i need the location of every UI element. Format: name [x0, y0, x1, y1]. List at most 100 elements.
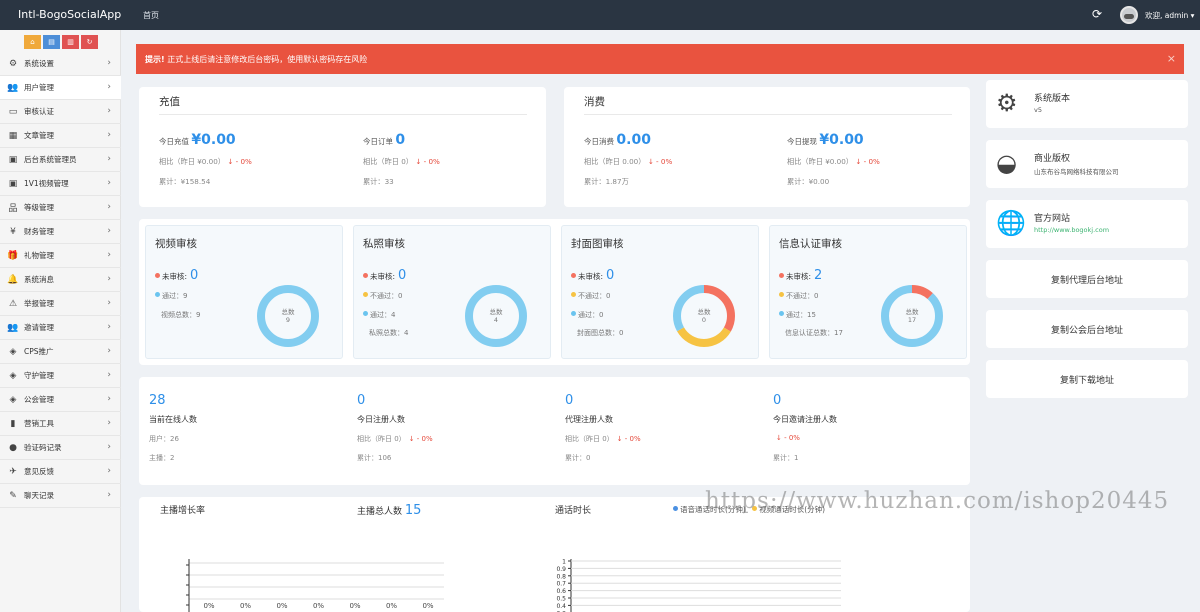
- sidebar-item-label: 1V1视频管理: [24, 179, 69, 188]
- stat-total: 累计：0: [565, 454, 591, 462]
- bar-data-label: 0%: [240, 602, 251, 610]
- app-title[interactable]: Intl-BogoSocialApp: [18, 8, 121, 21]
- sidebar-item[interactable]: ◈ CPS推广 ›: [0, 340, 121, 364]
- sidebar-item[interactable]: 品等级管理 ›: [0, 196, 121, 220]
- copyright-panel: ◒ 商业版权 山东布谷鸟网络科技有限公司: [986, 140, 1188, 188]
- audit-row-text: 通过：4: [370, 311, 396, 319]
- trash-icon[interactable]: ▥: [62, 35, 79, 49]
- sidebar-item[interactable]: ● 验证码记录 ›: [0, 436, 121, 460]
- sidebar-item[interactable]: ✈ 意见反馈 ›: [0, 460, 121, 484]
- sidebar-item[interactable]: ▮ 营销工具 ›: [0, 412, 121, 436]
- chevron-right-icon: ›: [107, 82, 111, 92]
- audit-row: 通过：15: [779, 310, 816, 320]
- avatar[interactable]: [1120, 6, 1138, 24]
- audit-box: 信息认证审核 未审核: 2 不通过：0 通过：15 信息认证总数：17 总数 17: [769, 225, 967, 359]
- sidebar-item[interactable]: ◈ 公会管理 ›: [0, 388, 121, 412]
- audit-total: 私照总数：4: [369, 328, 408, 338]
- menu-icon: 👥: [7, 322, 19, 333]
- menu-icon: ▭: [8, 106, 18, 117]
- today-withdraw-label: 今日提现 ¥0.00: [787, 132, 864, 148]
- anchor-total: 主播总人数 15: [357, 503, 422, 518]
- audit-row-text: 不通过：0: [578, 292, 611, 300]
- today-withdraw-compare: 相比（昨日 ¥0.00） ↓ - 0%: [787, 157, 880, 166]
- call-duration-chart: 10.90.80.70.60.50.40.3: [556, 559, 841, 612]
- menu-icon: ▣: [8, 154, 18, 165]
- sidebar-item[interactable]: 🔔 系统消息 ›: [0, 268, 121, 292]
- sidebar-item[interactable]: ⚙ 系统设置 ›: [0, 52, 121, 76]
- donut-total: 4: [494, 316, 498, 324]
- donut-label: 总数: [282, 307, 296, 316]
- sidebar-item[interactable]: ¥ 财务管理 ›: [0, 220, 121, 244]
- sidebar-item[interactable]: ⚠ 举报管理 ›: [0, 292, 121, 316]
- sidebar-item-label: 文章管理: [24, 131, 54, 140]
- audit-row-text: 不通过：0: [370, 292, 403, 300]
- gear-icon: ⚙: [996, 89, 1018, 117]
- status-dot: [363, 311, 368, 316]
- donut-label: 总数: [698, 307, 712, 316]
- sidebar-item[interactable]: ✎ 聊天记录 ›: [0, 484, 121, 508]
- copy-download-url-button[interactable]: 复制下载地址: [986, 360, 1188, 398]
- audit-row: 不通过：0: [571, 291, 610, 301]
- refresh-icon[interactable]: ⟳: [1092, 7, 1102, 21]
- today-consume-label: 今日消费 0.00: [584, 132, 651, 148]
- sidebar-item[interactable]: 👥 邀请管理 ›: [0, 316, 121, 340]
- chevron-right-icon: ›: [107, 466, 111, 476]
- status-dot: [155, 292, 160, 297]
- pending-value: 2: [814, 268, 823, 283]
- sidebar-item-label: 聊天记录: [24, 491, 54, 500]
- stat-value: 0: [357, 393, 366, 408]
- home-link[interactable]: 首页: [143, 10, 159, 21]
- consume-card: 消费 今日消费 0.00 相比（昨日 0.00） ↓ - 0% 累计：1.87万…: [564, 87, 970, 207]
- chevron-right-icon: ›: [107, 370, 111, 380]
- stat-compare-text: 相比（昨日 0）: [565, 435, 614, 443]
- menu-icon: ¥: [10, 226, 16, 237]
- stat-label: 今日注册人数: [357, 415, 405, 424]
- pending-dot: [571, 273, 576, 278]
- sidebar-item[interactable]: ▭ 审核认证 ›: [0, 100, 121, 124]
- website-link[interactable]: http://www.bogokj.com: [1034, 226, 1109, 234]
- pending-value: 0: [606, 268, 615, 283]
- copyright-title: 商业版权: [1034, 154, 1071, 164]
- quick-actions: ⌂ ▤ ▥ ↻: [24, 35, 98, 49]
- pending-value: 0: [190, 268, 199, 283]
- divider: [159, 114, 527, 115]
- home-icon[interactable]: ⌂: [24, 35, 41, 49]
- donut-total: 9: [286, 316, 290, 324]
- sidebar-item[interactable]: 🎁 礼物管理 ›: [0, 244, 121, 268]
- donut-chart: 总数9: [257, 285, 319, 347]
- sidebar-item[interactable]: ▣ 1V1视频管理 ›: [0, 172, 121, 196]
- chart-card: 主播增长率 主播总人数 15 通话时长 语音通话时长(分钟) 视频通话时长(分钟…: [139, 497, 970, 612]
- bar-data-label: 0%: [386, 602, 397, 610]
- version-title: 系统版本: [1034, 94, 1071, 104]
- sidebar-item-label: 财务管理: [24, 227, 54, 236]
- legend-voice-swatch: [673, 506, 678, 511]
- sidebar-item[interactable]: ▦ 文章管理 ›: [0, 124, 121, 148]
- alert-message: 正式上线后请注意修改后台密码，使用默认密码存在风险: [164, 55, 368, 64]
- chevron-right-icon: ›: [107, 250, 111, 260]
- today-order-value: 0: [395, 132, 406, 148]
- alert-text: 提示! 正式上线后请注意修改后台密码，使用默认密码存在风险: [145, 54, 367, 65]
- sidebar-item[interactable]: 👥 用户管理 ›: [0, 76, 121, 100]
- copyright-value: 山东布谷鸟网络科技有限公司: [1034, 168, 1119, 176]
- sidebar-item[interactable]: ▣ 后台系统管理员 ›: [0, 148, 121, 172]
- sidebar-item-label: 邀请管理: [24, 323, 54, 332]
- menu-icon: 🔔: [7, 274, 19, 285]
- chevron-right-icon: ›: [107, 178, 111, 188]
- menu-icon: ▣: [8, 178, 18, 189]
- status-dot: [779, 311, 784, 316]
- sidebar-item[interactable]: ◈ 守护管理 ›: [0, 364, 121, 388]
- donut-total: 0: [702, 316, 706, 324]
- today-recharge-label: 今日充值 ¥0.00: [159, 132, 236, 148]
- today-withdraw-value: ¥0.00: [819, 132, 864, 148]
- copy-agent-url-button[interactable]: 复制代理后台地址: [986, 260, 1188, 298]
- sidebar-menu: ⚙ 系统设置 › 👥 用户管理 › ▭ 审核认证 › ▦ 文章管理 › ▣ 后台系统管理员 › ▣ 1V1视频管…: [0, 52, 121, 508]
- copy-guild-url-button[interactable]: 复制公会后台地址: [986, 310, 1188, 348]
- file-icon[interactable]: ▤: [43, 35, 60, 49]
- audit-row: 通过：9: [155, 291, 187, 301]
- audit-total-text: 视频总数：9: [161, 311, 201, 319]
- stat-total: 主播：2: [149, 454, 175, 462]
- reload-icon[interactable]: ↻: [81, 35, 98, 49]
- user-menu[interactable]: 欢迎, admin ▾: [1145, 10, 1194, 21]
- today-recharge-value: ¥0.00: [191, 132, 236, 148]
- close-icon[interactable]: ×: [1167, 52, 1176, 65]
